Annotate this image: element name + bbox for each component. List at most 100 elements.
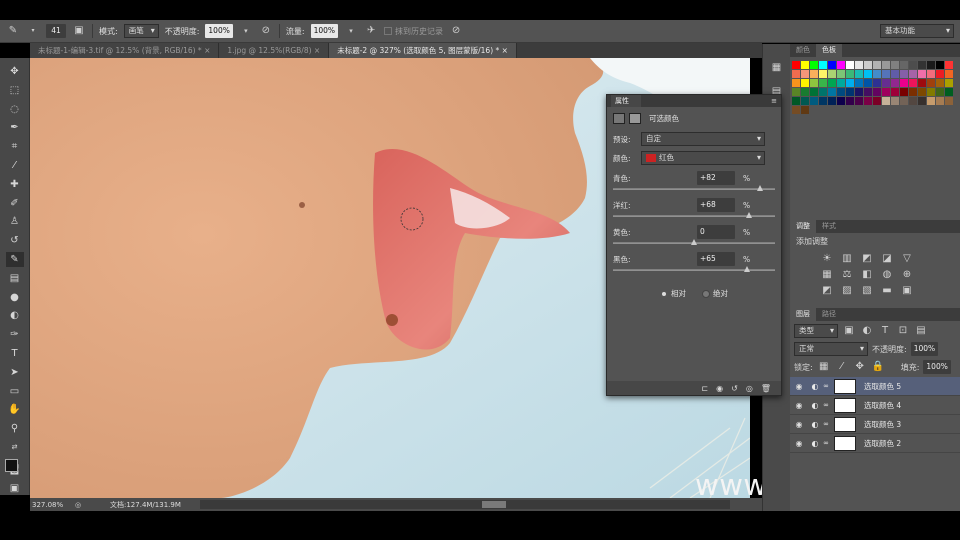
reset-icon[interactable]: ↺ [731,384,738,393]
slider-thumb[interactable] [746,212,753,218]
colors-select[interactable]: 红色 [641,151,765,165]
relative-radio[interactable]: 相对 [660,288,686,299]
crop-tool-icon[interactable]: ⌗ [6,139,24,155]
eyedropper-tool-icon[interactable]: ⁄ [6,158,24,174]
swatch[interactable] [792,106,800,114]
swatch[interactable] [837,88,845,96]
lasso-tool-icon[interactable]: ◌ [6,102,24,118]
swatch[interactable] [936,97,944,105]
photo-filter-icon[interactable]: ◍ [880,268,894,282]
swatch[interactable] [918,88,926,96]
layer-name[interactable]: 选取颜色 3 [864,419,901,430]
swatch[interactable] [945,97,953,105]
slider-value-input[interactable]: +65 [697,252,735,266]
swatch[interactable] [828,97,836,105]
panel-menu-icon[interactable]: ≡ [771,97,777,105]
lock-transparent-icon[interactable]: ▦ [817,360,831,374]
gradient-map-icon[interactable]: ▬ [880,284,894,298]
swatch[interactable] [837,70,845,78]
tab-paths[interactable]: 路径 [816,308,842,321]
eye-icon[interactable]: ◉ [790,420,808,429]
swatch[interactable] [945,88,953,96]
healing-tool-icon[interactable]: ✚ [6,177,24,193]
workspace-select[interactable]: 基本功能 [880,24,954,38]
swatch[interactable] [837,97,845,105]
tab-adjustments[interactable]: 调整 [790,220,816,233]
swatch[interactable] [846,70,854,78]
layer-opacity-input[interactable]: 100% [910,342,939,356]
layer-mask-thumbnail[interactable] [834,435,856,451]
opacity-dropdown-icon[interactable]: ▾ [239,24,253,38]
type-tool-icon[interactable]: T [6,346,24,362]
swatch[interactable] [810,70,818,78]
radio-off-icon[interactable] [702,289,710,298]
swatch[interactable] [819,97,827,105]
link-icon[interactable]: ∞ [822,439,830,447]
slider-track[interactable] [613,212,775,220]
history-checkbox[interactable]: 抹到历史记录 [384,26,443,37]
swatch[interactable] [900,79,908,87]
horizontal-scrollbar[interactable] [200,500,730,509]
swatch[interactable] [909,61,917,69]
swatch[interactable] [918,70,926,78]
vibrance-icon[interactable]: ▽ [900,252,914,266]
flow-dropdown-icon[interactable]: ▾ [344,24,358,38]
tab-doc-2[interactable]: 1.jpg @ 12.5%(RGB/8) × [219,43,330,58]
swatch[interactable] [864,79,872,87]
swatch[interactable] [792,79,800,87]
properties-tab[interactable]: 属性 [611,95,641,107]
blur-tool-icon[interactable]: ● [6,290,24,306]
swatch[interactable] [873,70,881,78]
pressure-opacity-icon[interactable]: ⊘ [259,24,273,38]
airbrush-icon[interactable]: ✈ [364,24,378,38]
posterize-icon[interactable]: ▨ [840,284,854,298]
checkbox-icon[interactable] [384,27,393,35]
slider-track[interactable] [613,239,775,247]
mode-select[interactable]: 画笔 [123,24,159,38]
swatch[interactable] [891,88,899,96]
filter-pixel-icon[interactable]: ▣ [842,324,856,338]
layer-row[interactable]: ◉ ◐ ∞ 选取颜色 3 [790,415,960,434]
curves-icon[interactable]: ◩ [860,252,874,266]
swap-colors-icon[interactable]: ⇄ [6,440,24,456]
swatch[interactable] [855,97,863,105]
hue-sat-icon[interactable]: ▦ [820,268,834,282]
mask-icon[interactable] [629,113,641,124]
swatch[interactable] [882,97,890,105]
swatch[interactable] [855,79,863,87]
brush-size-picker[interactable]: 41 [46,24,66,38]
gradient-tool-icon[interactable]: ▤ [6,271,24,287]
quick-select-tool-icon[interactable]: ✒ [6,120,24,136]
visibility-icon[interactable]: ◎ [746,384,753,393]
swatch[interactable] [792,88,800,96]
swatch[interactable] [864,88,872,96]
filter-adjust-icon[interactable]: ◐ [860,324,874,338]
swatch[interactable] [882,70,890,78]
swatch[interactable] [810,88,818,96]
swatch[interactable] [936,88,944,96]
slider-thumb[interactable] [691,239,697,245]
layer-filter-select[interactable]: 类型 [794,324,838,338]
clip-icon[interactable]: ⊏ [701,384,708,393]
layer-name[interactable]: 选取颜色 2 [864,438,901,449]
slider-thumb[interactable] [743,266,750,272]
tab-doc-1[interactable]: 未标题-1-编辑-3.tif @ 12.5% (背景, RGB/16) * × [30,43,220,58]
layer-name[interactable]: 选取颜色 5 [864,381,901,392]
swatch[interactable] [882,88,890,96]
zoom-tool-icon[interactable]: ⚲ [6,421,24,437]
levels-icon[interactable]: ▥ [840,252,854,266]
swatch[interactable] [837,61,845,69]
black-white-icon[interactable]: ◧ [860,268,874,282]
swatch[interactable] [873,61,881,69]
absolute-radio[interactable]: 绝对 [702,288,728,299]
brightness-icon[interactable]: ☀ [820,252,834,266]
view-previous-icon[interactable]: ◉ [716,384,723,393]
selective-color-icon[interactable]: ▣ [900,284,914,298]
swatch[interactable] [819,88,827,96]
channel-mixer-icon[interactable]: ⊕ [900,268,914,282]
swatch[interactable] [900,97,908,105]
eraser-tool-icon[interactable]: ✎ [5,251,24,268]
slider-thumb[interactable] [757,185,764,191]
swatch[interactable] [801,106,809,114]
swatch[interactable] [828,70,836,78]
